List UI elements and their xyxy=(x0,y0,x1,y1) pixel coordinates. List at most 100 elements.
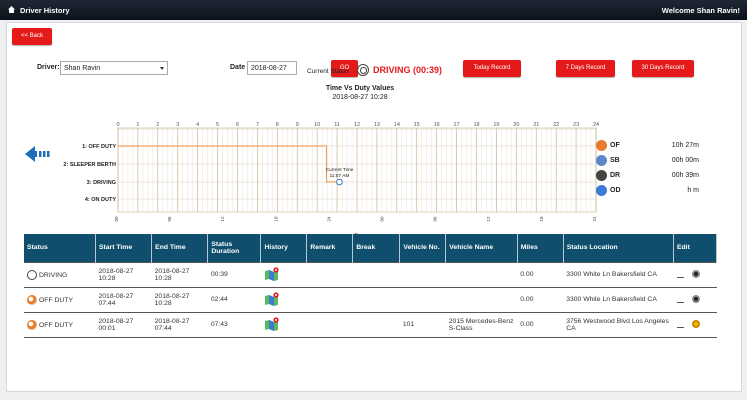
total-value: 00h 00m xyxy=(671,157,699,164)
total-value: h m xyxy=(687,187,699,194)
x-tick-label-top: 3 xyxy=(176,122,179,128)
x-tick-label-top: 14 xyxy=(394,122,400,128)
x-tick-label-top: 4 xyxy=(196,122,199,128)
record-status-indicator-icon[interactable] xyxy=(691,269,700,278)
x-tick-label-top: 5 xyxy=(216,122,219,128)
total-sb: SB 00h 00m xyxy=(596,155,706,169)
current-time-label: Current Time xyxy=(326,167,354,173)
history-table: Status Start Time End Time Status Duration H… xyxy=(24,234,717,338)
duration-cell: 00:39 xyxy=(207,261,261,288)
x-tick-label-top: 11 xyxy=(334,122,340,128)
history-cell xyxy=(260,311,307,338)
off-duty-icon xyxy=(596,140,607,151)
status-text: DRIVING xyxy=(39,271,68,279)
remark-cell xyxy=(306,261,353,288)
record-status-indicator-icon[interactable] xyxy=(691,319,700,328)
status-text: OFF DUTY xyxy=(39,296,73,304)
vehicle-name-cell: 2015 Mercedes-Benz S-Class xyxy=(445,311,518,338)
edit-pencil-icon[interactable] xyxy=(676,322,684,328)
start-cell: 2018-08-27 10:28 xyxy=(95,261,152,288)
x-tick-label-top: 8 xyxy=(276,122,279,128)
x-tick-label-top: 2 xyxy=(156,122,159,128)
location-cell: 3756 Westwood Blvd Los Angeles CA xyxy=(563,311,674,338)
map-icon[interactable] xyxy=(264,266,280,281)
x-tick-label-top: 9 xyxy=(296,122,299,128)
edit-cell xyxy=(673,311,717,338)
location-cell: 3300 White Ln Bakersfield CA xyxy=(563,261,674,288)
edit-pencil-icon[interactable] xyxy=(676,297,684,303)
duty-point xyxy=(271,145,273,147)
x-tick-label-bottom: 12 xyxy=(486,216,491,222)
total-value: 10h 27m xyxy=(671,142,699,149)
status-row-label: 1: OFF DUTY xyxy=(82,144,116,150)
status-row-label: 3: DRIVING xyxy=(87,180,116,186)
column-header[interactable]: Vehicle Name xyxy=(445,234,518,262)
total-code: SB xyxy=(610,157,620,164)
miles-cell: 0.00 xyxy=(517,286,564,313)
column-header[interactable]: Status Location xyxy=(563,234,675,262)
x-tick-label-top: 15 xyxy=(414,122,420,128)
x-tick-label-top: 18 xyxy=(473,122,479,128)
end-cell: 2018-08-27 10:28 xyxy=(151,261,208,288)
x-tick-label-bottom: 00 xyxy=(114,216,119,222)
column-header[interactable]: Status xyxy=(24,234,96,262)
x-tick-label-top: 23 xyxy=(573,122,579,128)
end-cell: 2018-08-27 07:44 xyxy=(151,311,208,338)
x-tick-label-top: 12 xyxy=(354,122,360,128)
history-cell xyxy=(260,261,307,288)
sleeper-icon xyxy=(596,155,607,166)
map-icon[interactable] xyxy=(264,291,280,306)
status-row-label: 4: ON DUTY xyxy=(85,197,117,203)
duty-point xyxy=(325,181,328,183)
x-tick-label-bottom: 00 xyxy=(380,216,385,222)
history-cell xyxy=(260,286,307,313)
total-od: OD h m xyxy=(596,185,706,199)
column-header[interactable]: Start Time xyxy=(95,234,153,262)
duty-chart: 0 1 2 3 4 5 6 7 8 9 10 11 12 13 14 15 16 17 18 19 20 21 22 23 24… xyxy=(63,122,599,239)
duty-point xyxy=(117,145,119,147)
column-header[interactable]: Miles xyxy=(517,234,564,262)
duration-cell: 02:44 xyxy=(207,286,261,313)
status-row-label: 2: SLEEPER BERTH xyxy=(63,162,116,168)
start-cell: 2018-08-27 07:44 xyxy=(95,286,152,313)
total-of: OF 10h 27m xyxy=(596,140,706,154)
hourglass-icon xyxy=(596,185,607,196)
x-tick-label-top: 19 xyxy=(493,122,499,128)
edit-pencil-icon[interactable] xyxy=(676,272,684,278)
column-header[interactable]: End Time xyxy=(151,234,209,262)
break-cell xyxy=(352,286,400,313)
off-duty-icon xyxy=(27,319,37,330)
status-cell: OFF DUTY xyxy=(24,286,96,313)
map-icon[interactable] xyxy=(264,316,280,331)
off-duty-icon xyxy=(27,294,37,305)
miles-cell: 0.00 xyxy=(517,261,564,288)
column-header[interactable]: Edit xyxy=(673,234,717,262)
vehicle-name-cell xyxy=(445,286,518,313)
status-text: OFF DUTY xyxy=(39,321,73,329)
table-row: DRIVING 2018-08-27 10:28 2018-08-27 10:28 0… xyxy=(24,261,717,288)
x-tick-label-bottom: 18 xyxy=(539,216,544,222)
column-header[interactable]: Status Duration xyxy=(207,234,262,262)
previous-day-arrow-icon[interactable] xyxy=(25,144,55,164)
status-cell: OFF DUTY xyxy=(24,311,96,338)
x-tick-label-bottom: 18 xyxy=(273,216,278,222)
edit-cell xyxy=(673,261,717,288)
x-tick-label-bottom: 12 xyxy=(220,216,225,222)
column-header[interactable]: Vehicle No. xyxy=(399,234,447,262)
miles-cell: 0.00 xyxy=(517,311,564,338)
total-code: DR xyxy=(610,172,621,179)
status-cell: DRIVING xyxy=(24,261,96,288)
column-header[interactable]: Break xyxy=(352,234,401,262)
x-tick-label-top: 20 xyxy=(513,122,519,128)
vehicle-no-cell: 101 xyxy=(399,311,446,338)
steering-wheel-icon xyxy=(27,269,37,280)
x-tick-label-top: 22 xyxy=(553,122,559,128)
x-tick-label-top: 1 xyxy=(136,122,139,128)
record-status-indicator-icon[interactable] xyxy=(691,294,700,303)
column-header[interactable]: Remark xyxy=(306,234,354,262)
x-tick-label-bottom: 24 xyxy=(326,216,331,222)
column-header[interactable]: History xyxy=(260,234,308,262)
vehicle-no-cell xyxy=(399,286,446,313)
x-tick-label-top: 21 xyxy=(533,122,539,128)
edit-cell xyxy=(673,286,717,313)
